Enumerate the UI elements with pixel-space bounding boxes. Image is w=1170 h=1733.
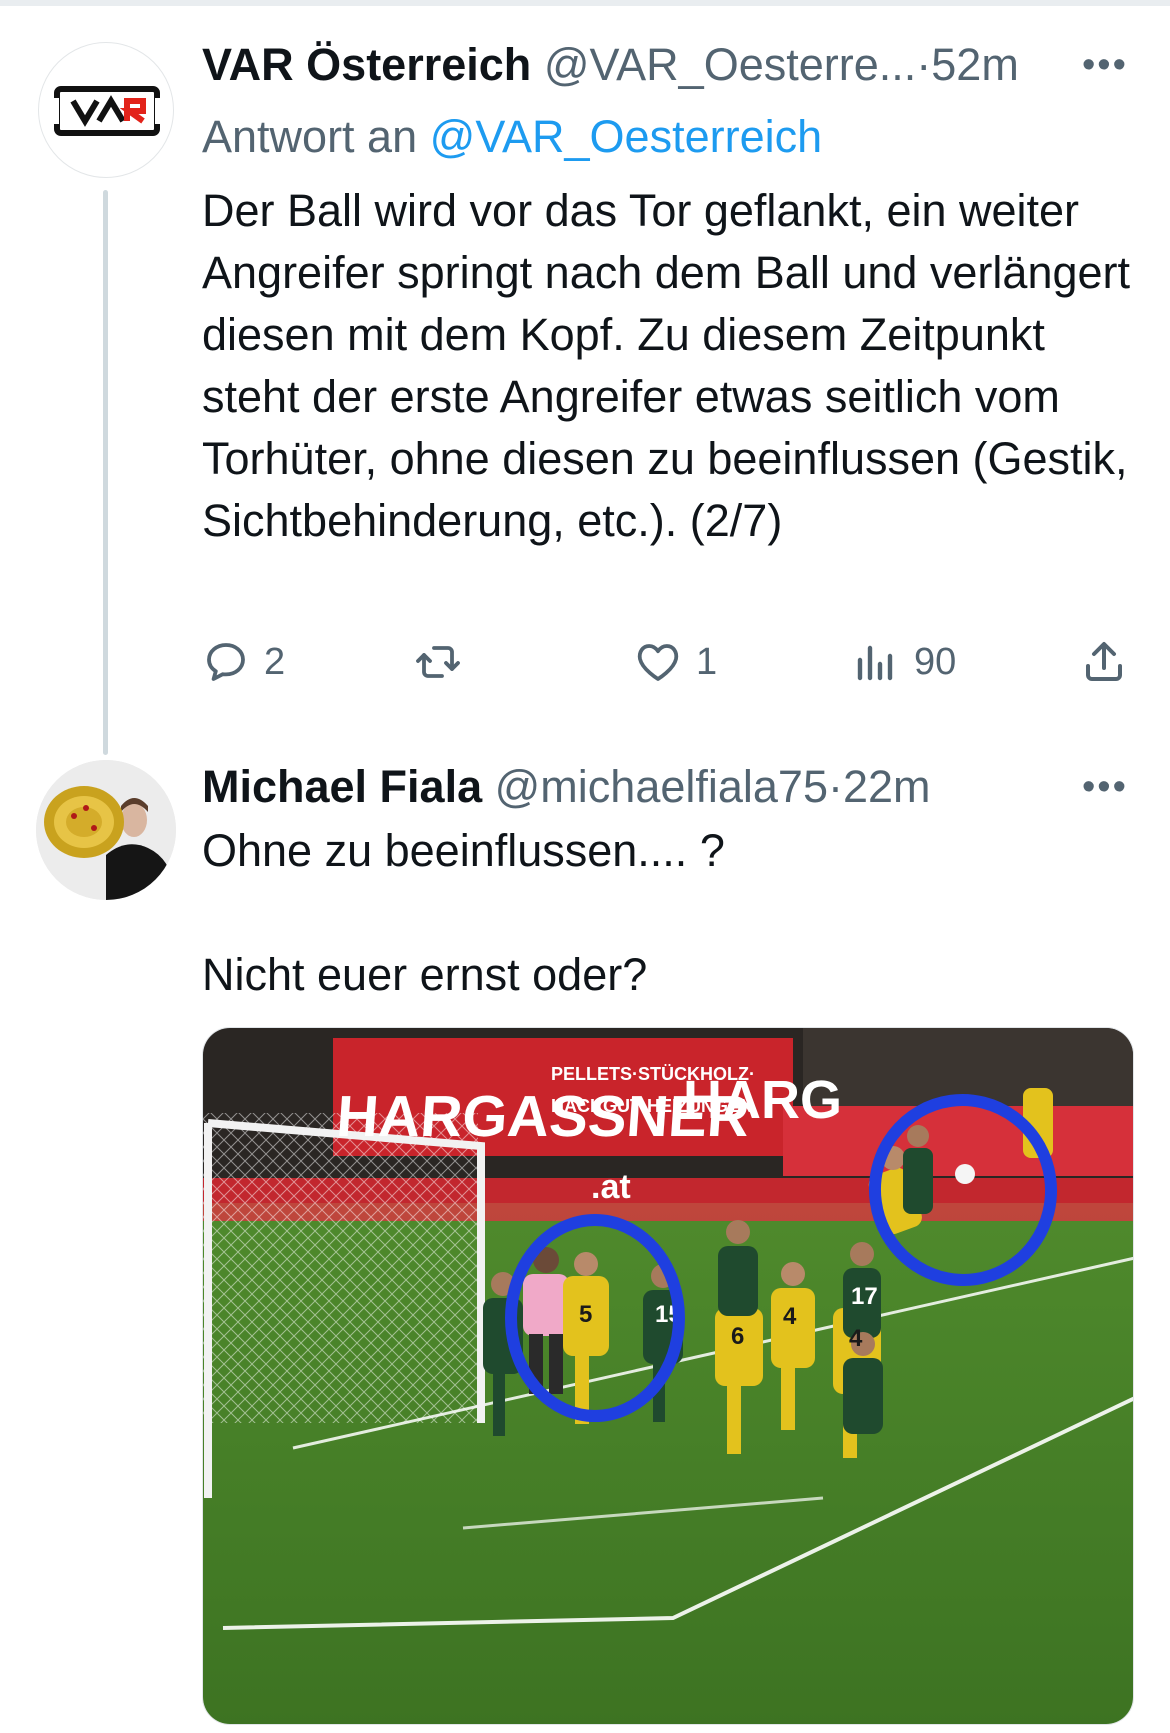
ball xyxy=(955,1164,975,1184)
views-button[interactable]: 90 xyxy=(852,632,956,692)
reply-bubble-icon xyxy=(207,643,245,681)
reply-to-line: Antwort an @VAR_Oesterreich xyxy=(202,110,822,164)
tweet-timestamp[interactable]: 52m xyxy=(931,39,1019,90)
retweet-icon xyxy=(416,646,460,678)
retweet-button[interactable] xyxy=(414,632,476,692)
reply-button[interactable]: 2 xyxy=(202,632,285,692)
banner-right: HARG xyxy=(683,1070,842,1130)
like-button[interactable]: 1 xyxy=(634,632,717,692)
jersey-number: 5 xyxy=(579,1301,592,1328)
author-name[interactable]: Michael Fiala xyxy=(202,761,482,812)
tweet-body-text: Der Ball wird vor das Tor geflankt, ein … xyxy=(202,185,1131,546)
share-upload-icon xyxy=(1086,642,1122,681)
like-count: 1 xyxy=(696,640,718,683)
reply-mention-link[interactable]: @VAR_Oesterreich xyxy=(430,111,822,162)
michael-fiala-avatar[interactable] xyxy=(36,760,176,900)
jersey-number: 4 xyxy=(849,1325,863,1352)
tweet-action-bar: 2 1 90 xyxy=(202,632,1132,692)
header-separator: · xyxy=(827,761,843,812)
views-count: 90 xyxy=(914,640,957,683)
jersey-number: 4 xyxy=(783,1303,797,1330)
football-match-photo: HARGASSNER PELLETS·STÜCKHOLZ· HACKGUT·HE… xyxy=(203,1028,1133,1724)
heart-icon xyxy=(637,644,679,681)
header-separator: · xyxy=(916,39,932,90)
share-button[interactable] xyxy=(1080,632,1128,692)
views-bar-chart-icon xyxy=(857,645,893,681)
more-dots-icon[interactable]: ••• xyxy=(1082,768,1128,806)
author-name[interactable]: VAR Österreich xyxy=(202,39,531,90)
more-dots-icon[interactable]: ••• xyxy=(1082,46,1128,84)
author-handle[interactable]: @VAR_Oesterre... xyxy=(544,39,916,90)
var-logo-icon: VAR xyxy=(51,61,163,136)
tweet-header: Michael Fiala @michaelfiala75·22m xyxy=(202,764,931,809)
var-oesterreich-avatar[interactable]: VAR xyxy=(38,42,174,178)
thread-connector-line xyxy=(103,190,108,755)
tweet-media-photo[interactable]: HARGASSNER PELLETS·STÜCKHOLZ· HACKGUT·HE… xyxy=(202,1027,1134,1725)
top-divider xyxy=(0,0,1170,6)
avatar-logo-text: VAR xyxy=(107,61,112,64)
tweet-header: VAR Österreich @VAR_Oesterre...·52m xyxy=(202,42,1019,87)
jersey-number: 17 xyxy=(851,1283,878,1310)
author-handle[interactable]: @michaelfiala75 xyxy=(495,761,828,812)
reply-prefix: Antwort an xyxy=(202,111,418,162)
board-text: .at xyxy=(591,1168,631,1206)
reply-count: 2 xyxy=(264,640,286,683)
profile-photo xyxy=(36,760,176,900)
jersey-number: 6 xyxy=(731,1323,744,1350)
tweet-timestamp[interactable]: 22m xyxy=(843,761,931,812)
tweet-body-text: Ohne zu beeinflussen.... ? Nicht euer er… xyxy=(202,825,725,1000)
